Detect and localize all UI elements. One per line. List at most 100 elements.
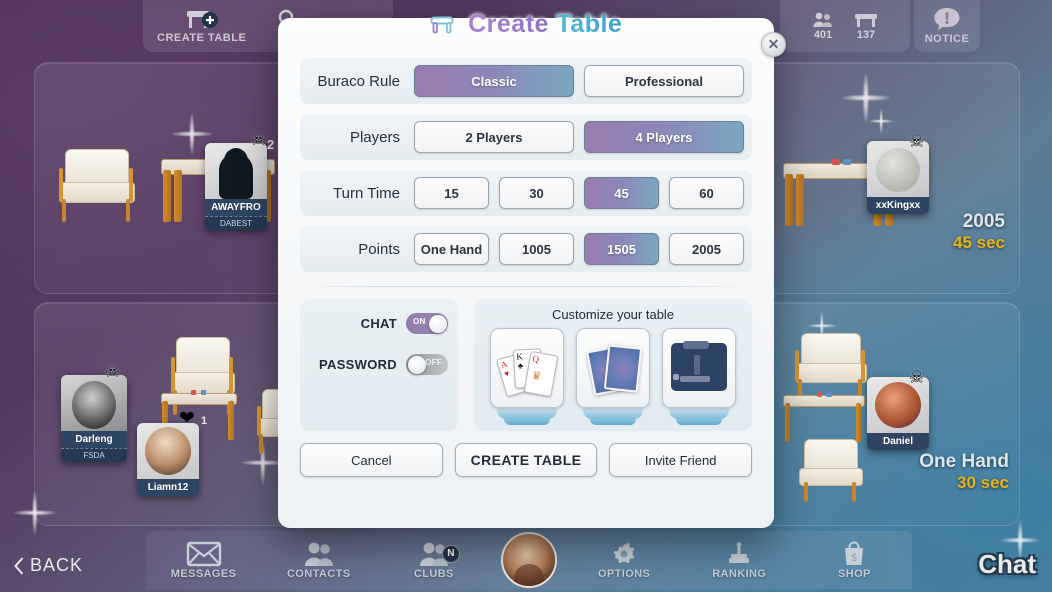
create-table-button[interactable]: CREATE TABLE — [454, 443, 598, 477]
password-toggle[interactable]: OFF — [406, 354, 448, 375]
dialog-title-word1: Create — [468, 10, 549, 38]
notice-inner: NOTICE — [925, 7, 970, 45]
player-name: xxKingxx — [867, 197, 929, 214]
tables-open-counter: 137 — [844, 11, 888, 41]
option-players-4[interactable]: 4 Players — [584, 121, 744, 153]
customize-card-backs[interactable] — [576, 328, 650, 425]
close-button[interactable]: ✕ — [761, 32, 786, 57]
chat-button-label: Chat — [978, 549, 1036, 579]
room-points: One Hand — [919, 451, 1009, 472]
nav-item-shop[interactable]: $ SHOP — [806, 541, 902, 580]
nav-item-contacts[interactable]: CONTACTS — [271, 541, 367, 580]
option-row-points: Points One Hand 1005 1505 2005 — [300, 226, 752, 272]
clubs-badge: N — [441, 544, 460, 563]
dialog-footer: Cancel CREATE TABLE Invite Friend — [300, 443, 753, 477]
option-label: Buraco Rule — [317, 72, 400, 90]
avatar — [205, 143, 267, 199]
dialog-title: Create Table — [278, 10, 774, 39]
option-label: Players — [349, 128, 400, 146]
option-points-one-hand[interactable]: One Hand — [414, 233, 489, 265]
players-online-value: 401 — [813, 29, 833, 41]
bottom-bar: BACK MESSAGES CONTACTS N CLUBS OPTIONS R… — [0, 530, 1052, 592]
option-buraco-classic[interactable]: Classic — [414, 65, 574, 97]
room-turn-time: 45 sec — [953, 233, 1005, 252]
skull-icon: ☠ — [909, 368, 925, 387]
create-table-label: CREATE TABLE — [157, 32, 247, 44]
playing-cards-icon: A ♥ K ♣ Q ♛ — [490, 328, 564, 408]
option-buraco-professional[interactable]: Professional — [584, 65, 744, 97]
option-turn-time-60[interactable]: 60 — [669, 177, 744, 209]
chat-toggle-row: CHAT ON — [361, 313, 448, 334]
skull-icon: ☠ — [909, 132, 925, 151]
option-row-turn-time: Turn Time 15 30 45 60 — [300, 170, 752, 216]
option-points-2005[interactable]: 2005 — [669, 233, 744, 265]
nav-item-profile[interactable] — [500, 532, 557, 588]
table-icon — [855, 14, 877, 27]
password-toggle-row: PASSWORD OFF — [319, 354, 448, 375]
option-turn-time-15[interactable]: 15 — [414, 177, 489, 209]
close-icon: ✕ — [767, 36, 780, 52]
room-turn-time: 30 sec — [957, 473, 1009, 492]
option-turn-time-45[interactable]: 45 — [584, 177, 659, 209]
table-icon — [783, 391, 865, 442]
chair-icon — [59, 149, 135, 223]
heart-icon: ❤ — [179, 408, 195, 429]
chat-button[interactable]: Chat — [978, 549, 1036, 580]
player-name: Daniel — [867, 433, 929, 450]
back-label: BACK — [30, 555, 84, 575]
create-table-dialog: Create Table ✕ Buraco Rule Classic Profe… — [278, 10, 786, 528]
invite-friend-button[interactable]: Invite Friend — [609, 443, 753, 477]
table-icon — [430, 16, 454, 34]
chat-toggle[interactable]: ON — [406, 313, 448, 334]
player-name: Liamn12 — [137, 479, 199, 496]
notice-label: NOTICE — [924, 33, 970, 45]
nav-item-ranking[interactable]: RANKING — [691, 541, 787, 580]
notice-button[interactable]: NOTICE — [914, 0, 980, 52]
room-info: 2005 45 sec — [953, 211, 1005, 253]
customize-title: Customize your table — [551, 307, 675, 322]
option-points-1005[interactable]: 1005 — [499, 233, 574, 265]
player-card[interactable]: AWAYFRO DABEST — [205, 143, 267, 230]
back-button[interactable]: BACK — [14, 555, 83, 576]
customize-card-faces[interactable]: A ♥ K ♣ Q ♛ — [490, 328, 564, 425]
player-card[interactable]: xxKingxx — [867, 141, 929, 214]
envelope-icon — [186, 541, 221, 566]
nav-label: SHOP — [838, 567, 871, 580]
gear-icon — [613, 542, 635, 563]
player-card[interactable]: Darleng FSDA — [61, 375, 127, 462]
option-turn-time-30[interactable]: 30 — [499, 177, 574, 209]
nav-item-messages[interactable]: MESSAGES — [156, 541, 252, 580]
room-points: 2005 — [962, 211, 1005, 232]
player-club: DABEST — [205, 216, 267, 230]
players-online-counter: 401 — [802, 11, 844, 41]
nav-label: CONTACTS — [286, 567, 351, 580]
top-bar-counters: 401 137 — [780, 0, 910, 52]
table-plus-icon — [186, 11, 218, 28]
create-table-button[interactable]: CREATE TABLE — [143, 8, 260, 44]
dialog-middle-section: CHAT ON PASSWORD OFF Customize your tabl… — [300, 299, 752, 431]
people-icon — [813, 12, 832, 27]
player-card[interactable]: Daniel — [867, 377, 929, 450]
skull-icon: ☠ — [105, 362, 121, 381]
avatar — [137, 423, 199, 479]
toggle-panel: CHAT ON PASSWORD OFF — [300, 299, 458, 431]
nav-item-clubs[interactable]: N CLUBS — [386, 541, 482, 580]
option-row-buraco-rule: Buraco Rule Classic Professional — [300, 58, 752, 104]
notice-bubble-icon — [934, 8, 960, 30]
player-badge-count: 1 — [201, 415, 208, 427]
option-points-1505[interactable]: 1505 — [584, 233, 659, 265]
cancel-button[interactable]: Cancel — [300, 443, 443, 477]
svg-text:$: $ — [852, 553, 858, 564]
option-players-2[interactable]: 2 Players — [414, 121, 574, 153]
option-label: Points — [358, 240, 400, 258]
player-card[interactable]: Liamn12 — [137, 423, 199, 496]
shopping-bag-icon: $ — [845, 541, 864, 565]
customize-table-design[interactable] — [662, 328, 736, 425]
player-club: FSDA — [61, 448, 127, 462]
nav-item-options[interactable]: OPTIONS — [576, 541, 672, 580]
trophy-icon — [729, 541, 750, 563]
option-label: Turn Time — [333, 184, 400, 202]
toggle-knob — [428, 314, 447, 333]
nav-label: CLUBS — [413, 567, 454, 580]
chevron-left-icon — [14, 556, 24, 575]
